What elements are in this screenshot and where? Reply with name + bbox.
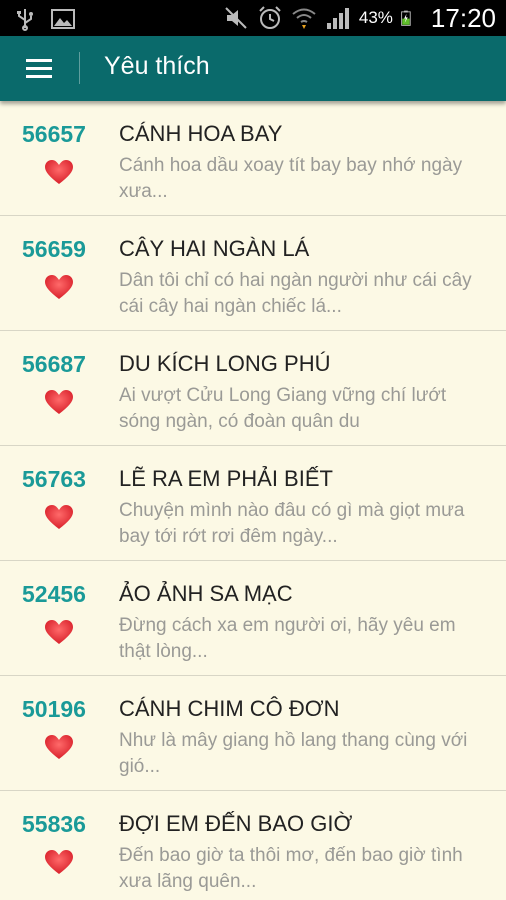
song-lyric: Dân tôi chỉ có hai ngàn người như cái câ… <box>119 270 472 317</box>
favorites-list: 56657 CÁNH HOA BAY Cánh hoa dầu xoay tít… <box>0 101 506 900</box>
clock: 17:20 <box>430 2 496 33</box>
song-id: 56657 <box>22 121 86 147</box>
song-id: 56659 <box>22 236 86 262</box>
list-item[interactable]: 56657 CÁNH HOA BAY Cánh hoa dầu xoay tít… <box>0 101 506 216</box>
heart-icon[interactable] <box>44 274 74 300</box>
signal-icon <box>326 8 349 29</box>
song-lyric: Cánh hoa dầu xoay tít bay bay nhớ ngày x… <box>119 155 463 202</box>
song-title: LẼ RA EM PHẢI BIẾT <box>119 466 333 491</box>
song-id: 56687 <box>22 351 86 377</box>
alarm-icon <box>259 6 281 29</box>
song-title: CÁNH HOA BAY <box>119 121 283 146</box>
list-item[interactable]: 55836 ĐỢI EM ĐẾN BAO GIỜ Đến bao giờ ta … <box>0 791 506 900</box>
song-lyric: Như là mây giang hồ lang thang cùng với … <box>119 730 468 777</box>
song-id: 50196 <box>22 696 86 722</box>
song-lyric: Đến bao giờ ta thôi mơ, đến bao giờ tình… <box>119 845 463 892</box>
heart-icon[interactable] <box>44 159 74 185</box>
hamburger-icon <box>26 59 52 62</box>
list-item[interactable]: 56659 CÂY HAI NGÀN LÁ Dân tôi chỉ có hai… <box>0 216 506 331</box>
song-title: CÂY HAI NGÀN LÁ <box>119 236 310 261</box>
battery-percent: 43% <box>358 8 393 27</box>
song-title: ĐỢI EM ĐẾN BAO GIỜ <box>119 811 353 836</box>
list-item[interactable]: 52456 ẢO ẢNH SA MẠC Đừng cách xa em ngườ… <box>0 561 506 676</box>
song-lyric: Đừng cách xa em người ơi, hãy yêu em thậ… <box>119 615 456 662</box>
list-item[interactable]: 50196 CÁNH CHIM CÔ ĐƠN Như là mây giang … <box>0 676 506 791</box>
toolbar-divider <box>79 52 80 84</box>
app-toolbar: Yêu thích <box>0 36 506 101</box>
song-lyric: Chuyện mình nào đâu có gì mà giọt mưa ba… <box>119 500 465 547</box>
wifi-icon <box>292 8 316 29</box>
list-item[interactable]: 56687 DU KÍCH LONG PHÚ Ai vượt Cửu Long … <box>0 331 506 446</box>
heart-icon[interactable] <box>44 619 74 645</box>
list-item[interactable]: 56763 LẼ RA EM PHẢI BIẾT Chuyện mình nào… <box>0 446 506 561</box>
image-icon <box>51 9 75 29</box>
usb-icon <box>17 9 33 31</box>
song-title: CÁNH CHIM CÔ ĐƠN <box>119 696 340 721</box>
hamburger-menu-button[interactable] <box>16 46 62 92</box>
song-id: 56763 <box>22 466 86 492</box>
heart-icon[interactable] <box>44 734 74 760</box>
heart-icon[interactable] <box>44 504 74 530</box>
mute-icon <box>225 7 247 29</box>
heart-icon[interactable] <box>44 389 74 415</box>
song-lyric: Ai vượt Cửu Long Giang vững chí lướt són… <box>119 385 447 432</box>
song-id: 55836 <box>22 811 86 837</box>
heart-icon[interactable] <box>44 849 74 875</box>
song-id: 52456 <box>22 581 86 607</box>
status-bar: 43% 17:20 <box>0 0 506 36</box>
song-title: ẢO ẢNH SA MẠC <box>119 581 293 606</box>
song-title: DU KÍCH LONG PHÚ <box>119 351 331 376</box>
hamburger-icon-line <box>26 67 52 70</box>
hamburger-icon-line <box>26 75 52 78</box>
page-title: Yêu thích <box>104 52 210 80</box>
battery-icon <box>401 10 411 26</box>
